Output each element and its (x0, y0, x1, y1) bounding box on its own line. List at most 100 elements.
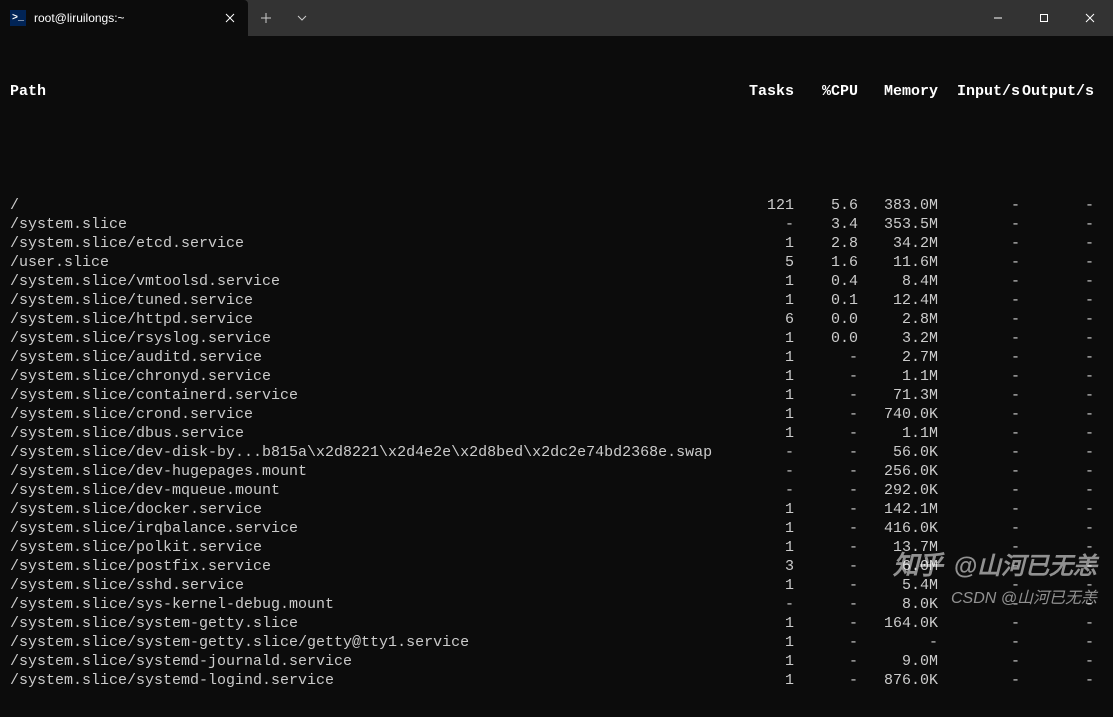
cell-tasks: 1 (738, 633, 794, 652)
cell-cpu: - (794, 652, 858, 671)
table-row: /system.slice/vmtoolsd.service10.48.4M-- (10, 272, 1103, 291)
cell-input: - (938, 443, 1020, 462)
dropdown-button[interactable] (284, 0, 320, 36)
cell-tasks: - (738, 215, 794, 234)
cell-output: - (1020, 215, 1094, 234)
col-path-header: Path (10, 82, 738, 101)
cell-output: - (1020, 481, 1094, 500)
new-tab-button[interactable] (248, 0, 284, 36)
table-row: /system.slice/dev-hugepages.mount--256.0… (10, 462, 1103, 481)
cell-path: /system.slice/systemd-journald.service (10, 652, 738, 671)
cell-memory: - (858, 633, 938, 652)
cell-tasks: 1 (738, 329, 794, 348)
cell-memory: 71.3M (858, 386, 938, 405)
cell-input: - (938, 500, 1020, 519)
table-row: /system.slice/systemd-journald.service1-… (10, 652, 1103, 671)
cell-input: - (938, 557, 1020, 576)
cell-cpu: - (794, 386, 858, 405)
cell-tasks: 121 (738, 196, 794, 215)
window-close-button[interactable] (1067, 0, 1113, 36)
cell-path: /system.slice/dev-hugepages.mount (10, 462, 738, 481)
cell-tasks: - (738, 595, 794, 614)
cell-input: - (938, 329, 1020, 348)
cell-cpu: 2.8 (794, 234, 858, 253)
col-cpu-header: %CPU (794, 82, 858, 101)
cell-memory: 8.0K (858, 595, 938, 614)
cell-tasks: 1 (738, 671, 794, 690)
maximize-button[interactable] (1021, 0, 1067, 36)
cell-input: - (938, 310, 1020, 329)
cell-input: - (938, 481, 1020, 500)
cell-path: /system.slice/dev-mqueue.mount (10, 481, 738, 500)
table-header: Path Tasks %CPU Memory Input/s Output/s (10, 82, 1103, 101)
cell-output: - (1020, 424, 1094, 443)
cell-cpu: - (794, 614, 858, 633)
cell-memory: 5.4M (858, 576, 938, 595)
table-row: /system.slice/postfix.service3-6.0M-- (10, 557, 1103, 576)
table-row: /system.slice/tuned.service10.112.4M-- (10, 291, 1103, 310)
cell-output: - (1020, 443, 1094, 462)
cell-output: - (1020, 557, 1094, 576)
minimize-button[interactable] (975, 0, 1021, 36)
cell-output: - (1020, 367, 1094, 386)
cell-tasks: 1 (738, 272, 794, 291)
col-memory-header: Memory (858, 82, 938, 101)
cell-tasks: 1 (738, 424, 794, 443)
cell-path: /system.slice/etcd.service (10, 234, 738, 253)
cell-path: /user.slice (10, 253, 738, 272)
table-row: /system.slice/crond.service1-740.0K-- (10, 405, 1103, 424)
cell-tasks: 1 (738, 500, 794, 519)
tab-active[interactable]: >_ root@liruilongs:~ (0, 0, 248, 36)
cell-output: - (1020, 462, 1094, 481)
titlebar: >_ root@liruilongs:~ (0, 0, 1113, 36)
cell-path: /system.slice/polkit.service (10, 538, 738, 557)
cell-output: - (1020, 538, 1094, 557)
table-row: /system.slice/etcd.service12.834.2M-- (10, 234, 1103, 253)
cell-output: - (1020, 386, 1094, 405)
table-row: /system.slice/rsyslog.service10.03.2M-- (10, 329, 1103, 348)
cell-output: - (1020, 500, 1094, 519)
cell-cpu: - (794, 481, 858, 500)
cell-path: /system.slice/auditd.service (10, 348, 738, 367)
cell-tasks: 1 (738, 348, 794, 367)
cell-path: /system.slice/rsyslog.service (10, 329, 738, 348)
cell-cpu: 0.0 (794, 310, 858, 329)
cell-output: - (1020, 272, 1094, 291)
close-icon[interactable] (222, 10, 238, 26)
cell-output: - (1020, 519, 1094, 538)
cell-memory: 353.5M (858, 215, 938, 234)
cell-input: - (938, 538, 1020, 557)
terminal-output[interactable]: Path Tasks %CPU Memory Input/s Output/s … (0, 36, 1113, 717)
cell-cpu: 1.6 (794, 253, 858, 272)
cell-memory: 416.0K (858, 519, 938, 538)
cell-input: - (938, 272, 1020, 291)
cell-path: /system.slice/containerd.service (10, 386, 738, 405)
cell-path: /system.slice/sshd.service (10, 576, 738, 595)
cell-output: - (1020, 329, 1094, 348)
cell-memory: 11.6M (858, 253, 938, 272)
table-row: /system.slice/irqbalance.service1-416.0K… (10, 519, 1103, 538)
cell-path: /system.slice/dev-disk-by...b815a\x2d822… (10, 443, 738, 462)
cell-cpu: - (794, 671, 858, 690)
table-row: /system.slice/sshd.service1-5.4M-- (10, 576, 1103, 595)
table-row: /system.slice/docker.service1-142.1M-- (10, 500, 1103, 519)
cell-cpu: - (794, 424, 858, 443)
cell-path: /system.slice/system-getty.slice/getty@t… (10, 633, 738, 652)
cell-input: - (938, 576, 1020, 595)
cell-output: - (1020, 348, 1094, 367)
table-row: /system.slice/containerd.service1-71.3M-… (10, 386, 1103, 405)
titlebar-drag-area[interactable] (320, 0, 975, 36)
cell-input: - (938, 348, 1020, 367)
cell-tasks: 1 (738, 367, 794, 386)
cell-memory: 3.2M (858, 329, 938, 348)
table-row: /system.slice-3.4353.5M-- (10, 215, 1103, 234)
cell-input: - (938, 633, 1020, 652)
cell-cpu: - (794, 576, 858, 595)
table-row: /1215.6383.0M-- (10, 196, 1103, 215)
cell-tasks: 1 (738, 652, 794, 671)
cell-memory: 740.0K (858, 405, 938, 424)
cell-cpu: - (794, 500, 858, 519)
cell-memory: 56.0K (858, 443, 938, 462)
cell-output: - (1020, 196, 1094, 215)
cell-input: - (938, 405, 1020, 424)
